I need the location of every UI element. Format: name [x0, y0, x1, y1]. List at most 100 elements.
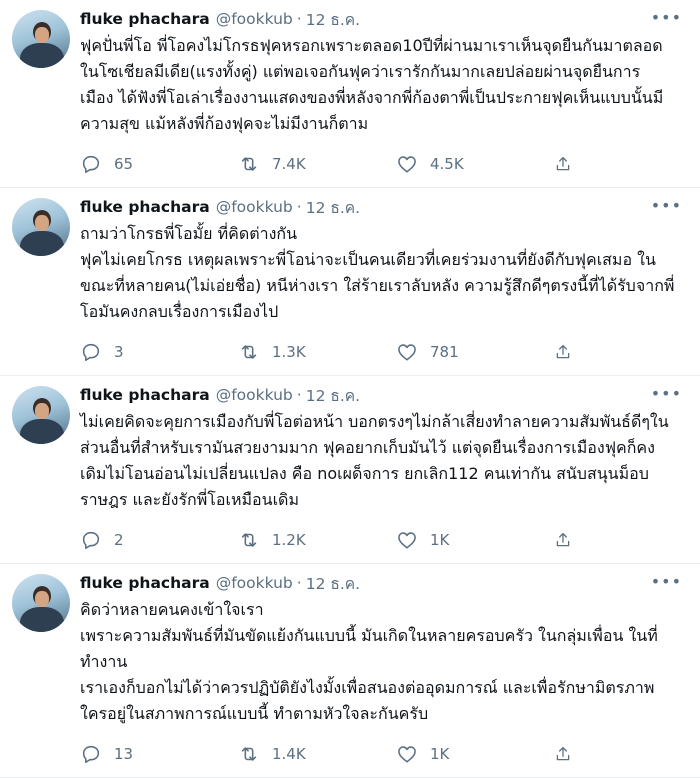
- tweet-date[interactable]: 12 ธ.ค.: [306, 571, 360, 596]
- like-count: 1K: [430, 745, 450, 763]
- avatar[interactable]: [12, 198, 70, 256]
- tweet-actions: 65 7.4K 4.5K: [80, 141, 684, 187]
- heart-icon: [398, 746, 416, 763]
- tweet-text-line: ถามว่าโกรธพี่โอมั้ย ที่คิดต่างกัน: [80, 224, 298, 243]
- reply-icon: [82, 531, 100, 550]
- separator-dot: ·: [296, 10, 302, 28]
- user-handle[interactable]: @fookkub: [216, 10, 293, 28]
- tweet-text-line: ราษฎร และยังรักพี่โอเหมือนเดิม: [80, 490, 299, 509]
- share-icon: [556, 532, 570, 547]
- separator-dot: ·: [296, 386, 302, 404]
- tweet-text-line: โอมันคงกลบเรื่องการเมืองไป: [80, 302, 279, 321]
- share-button[interactable]: [554, 153, 584, 175]
- tweet-text-line: ใครอยู่ในสภาพการณ์แบบนี้ ทำตามหัวใจละกัน…: [80, 704, 429, 723]
- retweet-button[interactable]: 1.3K: [238, 341, 396, 363]
- tweet-date[interactable]: 12 ธ.ค.: [306, 7, 360, 32]
- tweet-content: fluke phachara @fookkub · 12 ธ.ค. คิดว่า…: [80, 572, 684, 777]
- like-button[interactable]: 1K: [396, 743, 554, 765]
- tweet-text-line: เมือง ได้ฟังพี่โอเล่าเรื่องงานแสดงของพี่…: [80, 88, 664, 107]
- tweet-text-line: คิดว่าหลายคนคงเข้าใจเรา: [80, 600, 264, 619]
- share-icon: [556, 344, 570, 359]
- like-count: 781: [430, 343, 459, 361]
- retweet-icon: [241, 345, 257, 359]
- tweet-text-line: เดิมไม่โอนอ่อนไม่เปลี่ยนแปลง คือ noเผด็จ…: [80, 464, 649, 483]
- tweet-text-line: ส่วนอื่นที่สำหรับเรามันสวยงามมาก ฟุคอยาก…: [80, 438, 655, 457]
- tweet-header: fluke phachara @fookkub · 12 ธ.ค.: [80, 8, 684, 30]
- heart-icon: [398, 156, 416, 173]
- display-name[interactable]: fluke phachara: [80, 574, 210, 592]
- tweet[interactable]: ••• fluke phachara @fookkub · 12 ธ.ค. ถา…: [0, 188, 700, 376]
- more-options-icon[interactable]: •••: [651, 196, 682, 216]
- like-count: 1K: [430, 531, 450, 549]
- retweet-button[interactable]: 1.2K: [238, 529, 396, 551]
- heart-icon: [398, 344, 416, 361]
- reply-button[interactable]: 3: [80, 341, 238, 363]
- like-button[interactable]: 4.5K: [396, 153, 554, 175]
- display-name[interactable]: fluke phachara: [80, 198, 210, 216]
- tweet-actions: 2 1.2K 1K: [80, 517, 684, 563]
- tweet-content: fluke phachara @fookkub · 12 ธ.ค. ฟุคปั่…: [80, 8, 684, 187]
- reply-count: 13: [114, 745, 134, 763]
- like-button[interactable]: 781: [396, 341, 554, 363]
- retweet-button[interactable]: 1.4K: [238, 743, 396, 765]
- retweet-icon: [241, 747, 257, 761]
- retweet-icon: [241, 533, 257, 547]
- tweet-text-line: ทำงาน: [80, 652, 128, 671]
- tweet-date[interactable]: 12 ธ.ค.: [306, 383, 360, 408]
- tweet-date[interactable]: 12 ธ.ค.: [306, 195, 360, 220]
- share-button[interactable]: [554, 341, 584, 363]
- user-handle[interactable]: @fookkub: [216, 574, 293, 592]
- display-name[interactable]: fluke phachara: [80, 10, 210, 28]
- reply-count: 3: [114, 343, 124, 361]
- timeline-feed: ••• fluke phachara @fookkub · 12 ธ.ค. ฟุ…: [0, 0, 700, 778]
- tweet[interactable]: ••• fluke phachara @fookkub · 12 ธ.ค. ฟุ…: [0, 0, 700, 188]
- like-count: 4.5K: [430, 155, 464, 173]
- tweet-text-line: เพราะความสัมพันธ์ที่มันขัดแย้งกันแบบนี้ …: [80, 626, 658, 645]
- avatar[interactable]: [12, 574, 70, 632]
- tweet-content: fluke phachara @fookkub · 12 ธ.ค. ไม่เคย…: [80, 384, 684, 563]
- tweet-actions: 3 1.3K 781: [80, 329, 684, 375]
- tweet[interactable]: ••• fluke phachara @fookkub · 12 ธ.ค. คิ…: [0, 564, 700, 778]
- separator-dot: ·: [296, 574, 302, 592]
- tweet-text: ไม่เคยคิดจะคุยการเมืองกับพี่โอต่อหน้า บอ…: [80, 409, 684, 513]
- like-button[interactable]: 1K: [396, 529, 554, 551]
- tweet[interactable]: ••• fluke phachara @fookkub · 12 ธ.ค. ไม…: [0, 376, 700, 564]
- retweet-count: 1.2K: [272, 531, 306, 549]
- tweet-text-line: ขณะที่หลายคน(ไม่เอ่ยชื่อ) หนีห่างเรา ใส่…: [80, 276, 675, 295]
- reply-button[interactable]: 13: [80, 743, 238, 765]
- tweet-text-line: เราเองก็บอกไม่ได้ว่าควรปฏิบัติยังไงมั้งเ…: [80, 678, 655, 697]
- tweet-header: fluke phachara @fookkub · 12 ธ.ค.: [80, 572, 684, 594]
- tweet-text-line: ในโซเชียลมีเดีย(แรงทั้งคู่) แต่พอเจอกันฟ…: [80, 62, 641, 81]
- share-button[interactable]: [554, 743, 584, 765]
- share-button[interactable]: [554, 529, 584, 551]
- reply-button[interactable]: 2: [80, 529, 238, 551]
- more-options-icon[interactable]: •••: [651, 384, 682, 404]
- retweet-count: 1.3K: [272, 343, 306, 361]
- more-options-icon[interactable]: •••: [651, 8, 682, 28]
- heart-icon: [398, 532, 416, 549]
- reply-button[interactable]: 65: [80, 153, 238, 175]
- share-icon: [556, 746, 570, 761]
- tweet-text-line: ฟุคปั่นพี่โอ พี่โอคงไม่โกรธฟุคหรอกเพราะต…: [80, 36, 663, 55]
- more-options-icon[interactable]: •••: [651, 572, 682, 592]
- user-handle[interactable]: @fookkub: [216, 198, 293, 216]
- reply-icon: [82, 343, 100, 362]
- retweet-icon: [241, 157, 257, 171]
- tweet-text: คิดว่าหลายคนคงเข้าใจเราเพราะความสัมพันธ์…: [80, 597, 684, 727]
- tweet-content: fluke phachara @fookkub · 12 ธ.ค. ถามว่า…: [80, 196, 684, 375]
- separator-dot: ·: [296, 198, 302, 216]
- tweet-header: fluke phachara @fookkub · 12 ธ.ค.: [80, 196, 684, 218]
- reply-count: 2: [114, 531, 124, 549]
- tweet-text-line: ไม่เคยคิดจะคุยการเมืองกับพี่โอต่อหน้า บอ…: [80, 412, 669, 431]
- retweet-count: 1.4K: [272, 745, 306, 763]
- reply-icon: [82, 155, 100, 174]
- avatar[interactable]: [12, 10, 70, 68]
- reply-icon: [82, 745, 100, 764]
- display-name[interactable]: fluke phachara: [80, 386, 210, 404]
- user-handle[interactable]: @fookkub: [216, 386, 293, 404]
- tweet-header: fluke phachara @fookkub · 12 ธ.ค.: [80, 384, 684, 406]
- retweet-button[interactable]: 7.4K: [238, 153, 396, 175]
- retweet-count: 7.4K: [272, 155, 306, 173]
- reply-count: 65: [114, 155, 134, 173]
- avatar[interactable]: [12, 386, 70, 444]
